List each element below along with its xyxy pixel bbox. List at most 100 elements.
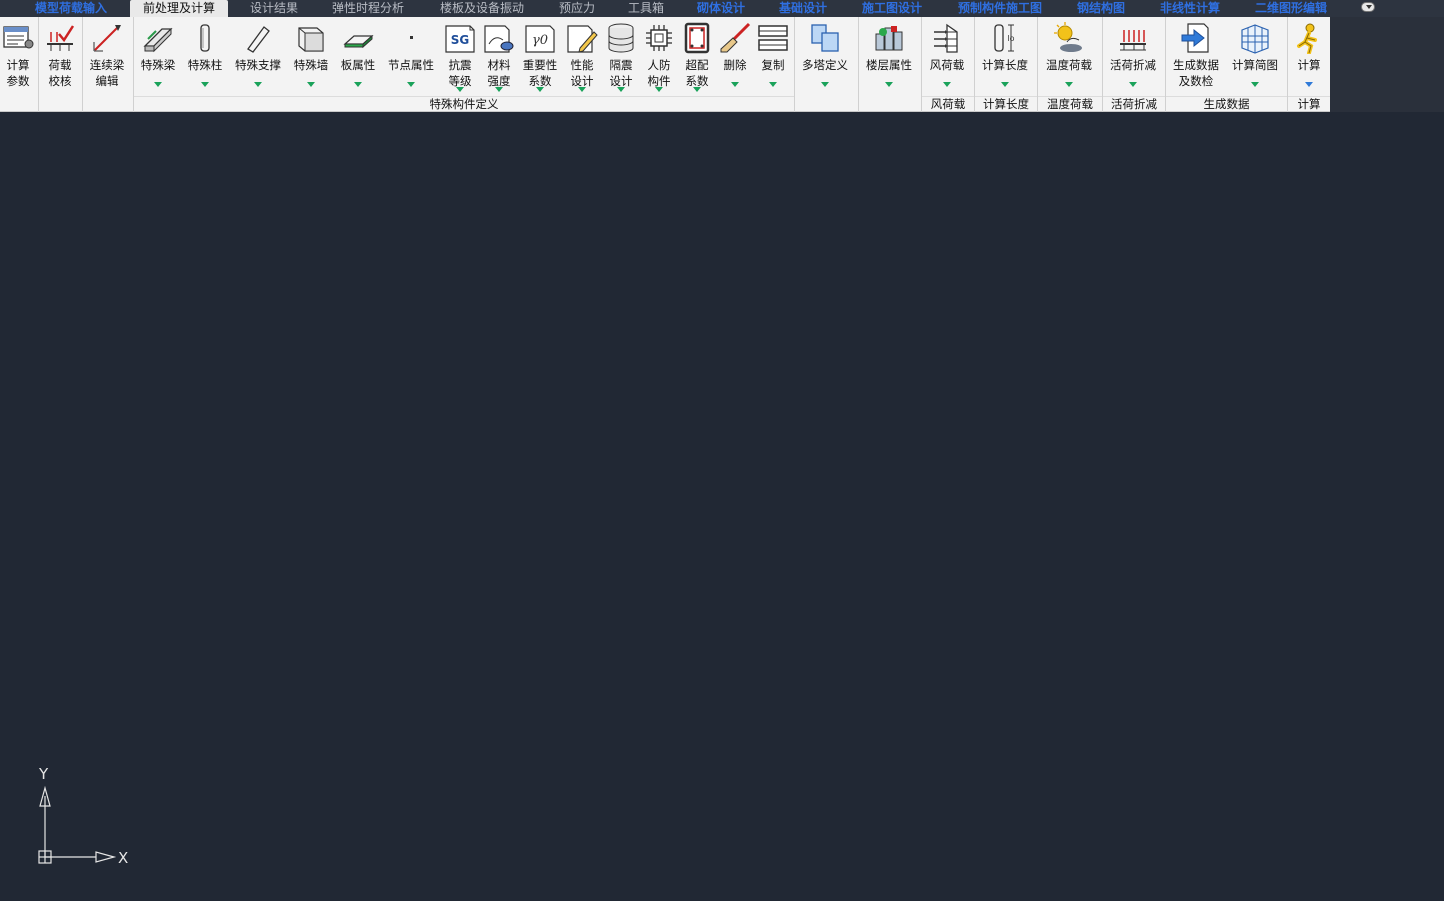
tab-model-load-input[interactable]: 模型荷载输入	[18, 0, 124, 17]
chevron-down-icon[interactable]	[1065, 82, 1073, 87]
copy-label: 复制	[761, 58, 785, 72]
chevron-down-icon[interactable]	[617, 87, 625, 92]
axis-y-label: Y	[38, 765, 49, 783]
material-strength-button[interactable]: 材料 强度	[480, 19, 518, 92]
special-wall-button[interactable]: 特殊墙	[288, 19, 334, 92]
chevron-down-icon[interactable]	[1129, 82, 1137, 87]
special-brace-button[interactable]: 特殊支撑	[230, 19, 286, 92]
special-beam-icon	[142, 22, 174, 54]
chevron-down-icon[interactable]	[943, 82, 951, 87]
tab-design-results[interactable]: 设计结果	[240, 0, 308, 17]
chevron-down-icon[interactable]	[307, 82, 315, 87]
floor-props-icon	[873, 22, 905, 54]
over-reinforce-button[interactable]: 超配 系数	[678, 19, 716, 92]
ribbon-menu-icon[interactable]	[1361, 2, 1375, 12]
civil-defense-button[interactable]: 人防 构件	[640, 19, 678, 92]
isolation-design-button[interactable]: 隔震 设计	[602, 19, 640, 92]
chevron-down-icon[interactable]	[456, 87, 464, 92]
slab-props-label: 板属性	[340, 58, 376, 72]
chevron-down-icon[interactable]	[1251, 82, 1259, 87]
load-check-label: 荷载 校核	[48, 58, 72, 88]
civil-defense-label: 人防 构件	[647, 58, 671, 88]
live-reduce-button[interactable]: 活荷折减	[1103, 19, 1163, 92]
importance-factor-button[interactable]: γ0 重要性 系数	[518, 19, 562, 92]
load-check-button[interactable]: 荷载 校核	[39, 19, 81, 92]
group-label-temp-load: 温度荷载	[1038, 96, 1102, 111]
special-column-icon	[189, 22, 221, 54]
calc-diagram-button[interactable]: 计算简图	[1226, 19, 1284, 92]
calc-params-button[interactable]: 计算 参数	[0, 19, 36, 92]
delete-label: 删除	[723, 58, 747, 72]
over-reinforce-icon	[681, 22, 713, 54]
calc-length-button[interactable]: lo 计算长度	[975, 19, 1035, 92]
multi-tower-label: 多塔定义	[802, 58, 848, 72]
material-strength-label: 材料 强度	[487, 58, 511, 88]
calculate-button[interactable]: 计算	[1288, 19, 1330, 92]
continuous-beam-label: 连续梁 编辑	[89, 58, 125, 88]
chevron-down-icon[interactable]	[578, 87, 586, 92]
tab-masonry-design[interactable]: 砌体设计	[688, 0, 754, 17]
calculate-label: 计算	[1297, 58, 1321, 72]
performance-design-button[interactable]: 性能 设计	[562, 19, 602, 92]
special-wall-label: 特殊墙	[293, 58, 329, 72]
special-beam-button[interactable]: 特殊梁	[134, 19, 182, 92]
chevron-down-icon[interactable]	[154, 82, 162, 87]
chevron-down-icon[interactable]	[536, 87, 544, 92]
tab-2d-graphic-edit[interactable]: 二维图形编辑	[1244, 0, 1338, 17]
seismic-grade-button[interactable]: SG 抗震 等级	[440, 19, 480, 92]
chevron-down-icon[interactable]	[407, 82, 415, 87]
tab-preprocess-calc[interactable]: 前处理及计算	[130, 0, 228, 17]
sg-icon: SG	[444, 22, 476, 54]
chevron-down-icon[interactable]	[254, 82, 262, 87]
chevron-down-icon[interactable]	[885, 82, 893, 87]
continuous-beam-button[interactable]: 连续梁 编辑	[83, 19, 131, 92]
tab-nonlinear-calc[interactable]: 非线性计算	[1150, 0, 1230, 17]
ribbon-toolbar: 计算 参数 荷载 校核 连续梁 编辑 特殊梁 特殊柱 特殊支撑 特殊墙 板属性 …	[0, 17, 1330, 112]
tab-precast-drawing[interactable]: 预制构件施工图	[946, 0, 1054, 17]
multi-tower-button[interactable]: 多塔定义	[795, 19, 855, 92]
axis-x-label: X	[118, 849, 128, 867]
calc-params-label: 计算 参数	[6, 58, 30, 88]
chevron-down-icon[interactable]	[1305, 82, 1313, 87]
drawing-canvas[interactable]	[0, 113, 1444, 901]
calc-length-label: 计算长度	[982, 58, 1028, 72]
delete-button[interactable]: 删除	[716, 19, 754, 92]
tab-foundation-design[interactable]: 基础设计	[770, 0, 836, 17]
chevron-down-icon[interactable]	[655, 87, 663, 92]
slab-props-button[interactable]: 板属性	[336, 19, 380, 92]
chevron-down-icon[interactable]	[731, 82, 739, 87]
node-props-label: 节点属性	[388, 58, 434, 72]
tab-slab-vibration[interactable]: 楼板及设备振动	[432, 0, 532, 17]
wind-load-button[interactable]: 风荷载	[922, 19, 972, 92]
chevron-down-icon[interactable]	[201, 82, 209, 87]
material-icon	[483, 22, 515, 54]
continuous-beam-icon	[91, 22, 123, 54]
tab-bar: 模型荷载输入 前处理及计算 设计结果 弹性时程分析 楼板及设备振动 预应力 工具…	[0, 0, 1444, 17]
floor-props-button[interactable]: 楼层属性	[859, 19, 919, 92]
special-wall-icon	[295, 22, 327, 54]
group-label-generate-data: 生成数据	[1166, 96, 1287, 111]
special-column-button[interactable]: 特殊柱	[182, 19, 228, 92]
chevron-down-icon[interactable]	[693, 87, 701, 92]
tab-steel-structure[interactable]: 钢结构图	[1068, 0, 1134, 17]
chevron-down-icon[interactable]	[821, 82, 829, 87]
copy-icon	[757, 22, 789, 54]
generate-data-label: 生成数据 及数检	[1173, 58, 1219, 88]
generate-data-button[interactable]: 生成数据 及数检	[1166, 19, 1226, 92]
chevron-down-icon[interactable]	[769, 82, 777, 87]
load-check-icon	[44, 22, 76, 54]
slab-icon	[342, 22, 374, 54]
chevron-down-icon[interactable]	[495, 87, 503, 92]
performance-icon	[566, 22, 598, 54]
tab-elastic-time-history[interactable]: 弹性时程分析	[324, 0, 412, 17]
calc-params-icon	[2, 22, 34, 54]
chevron-down-icon[interactable]	[354, 82, 362, 87]
svg-text:lo: lo	[1007, 34, 1014, 43]
copy-button[interactable]: 复制	[754, 19, 792, 92]
node-props-button[interactable]: 节点属性	[382, 19, 440, 92]
tab-toolbox[interactable]: 工具箱	[620, 0, 672, 17]
tab-drawing-design[interactable]: 施工图设计	[852, 0, 932, 17]
temp-load-button[interactable]: 温度荷载	[1038, 19, 1100, 92]
chevron-down-icon[interactable]	[1001, 82, 1009, 87]
tab-prestress[interactable]: 预应力	[550, 0, 604, 17]
